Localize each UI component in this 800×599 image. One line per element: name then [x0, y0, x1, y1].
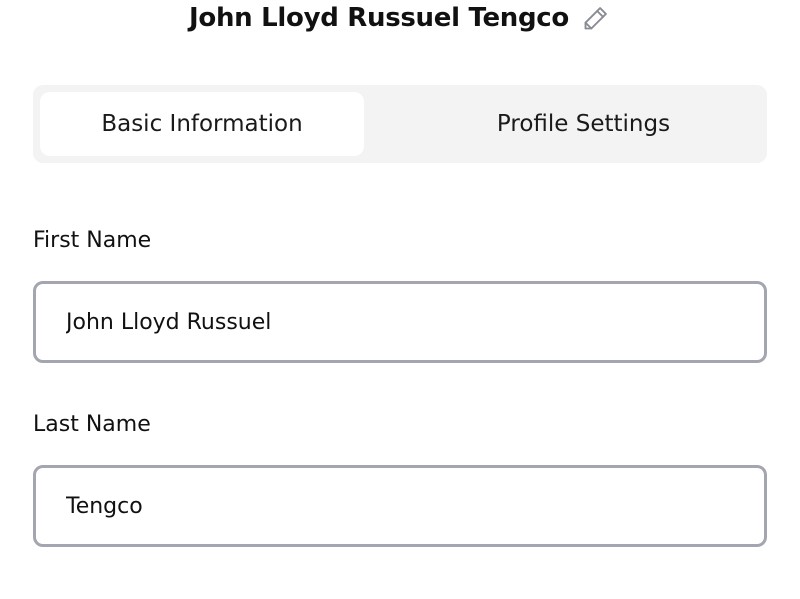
- tab-profile-settings[interactable]: Profile Settings: [400, 92, 767, 156]
- page-title: John Lloyd Russuel Tengco: [189, 3, 569, 33]
- pencil-icon[interactable]: [581, 3, 611, 33]
- tab-basic-information[interactable]: Basic Information: [40, 92, 364, 156]
- tab-bar: Basic Information Profile Settings: [33, 85, 767, 163]
- profile-header: John Lloyd Russuel Tengco: [0, 0, 800, 36]
- last-name-label: Last Name: [33, 412, 151, 437]
- first-name-field[interactable]: [33, 281, 767, 363]
- first-name-label: First Name: [33, 228, 152, 253]
- last-name-field[interactable]: [33, 465, 767, 547]
